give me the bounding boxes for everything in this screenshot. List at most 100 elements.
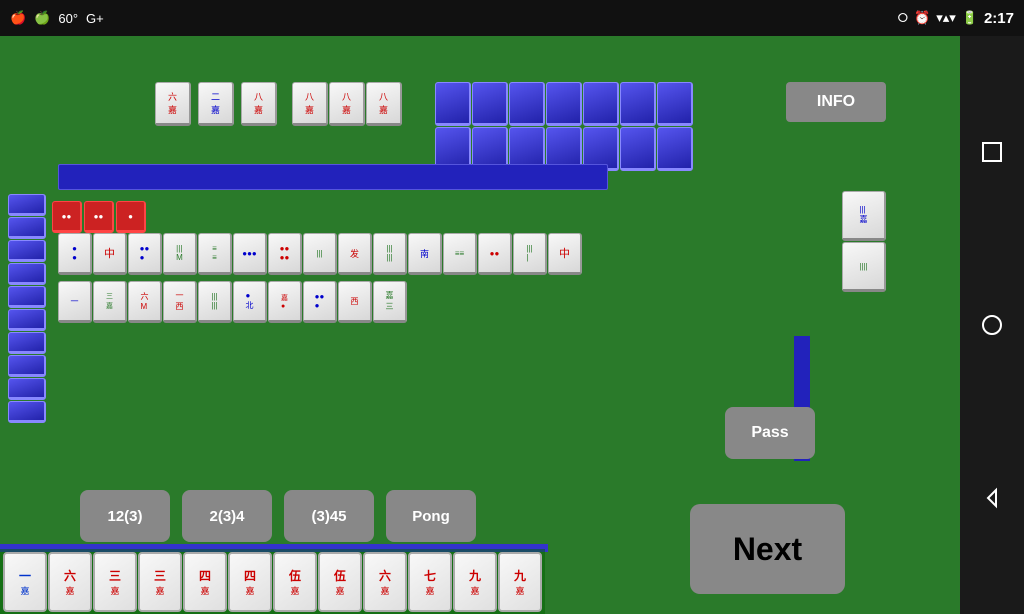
back-nav-button[interactable] bbox=[978, 484, 1006, 512]
face-down-tile bbox=[657, 127, 693, 171]
red-tile: ● bbox=[116, 201, 146, 233]
game-tile[interactable]: ≡≡ bbox=[198, 233, 232, 275]
game-tile[interactable]: ≡≡ bbox=[443, 233, 477, 275]
left-fd-tile bbox=[8, 263, 46, 285]
red-tile: ●● bbox=[84, 201, 114, 233]
game-tile[interactable]: ||| bbox=[303, 233, 337, 275]
game-tile[interactable]: 嘉三 bbox=[373, 281, 407, 323]
face-down-tile bbox=[583, 82, 619, 126]
action-btn-1[interactable]: 12(3) bbox=[80, 490, 170, 542]
game-tile[interactable]: ●●● bbox=[128, 233, 162, 275]
face-down-tile bbox=[472, 82, 508, 126]
opp-tile: 八 嘉 bbox=[241, 82, 277, 126]
battery-icon: 🔋 bbox=[962, 10, 978, 26]
blue-deck-mid bbox=[58, 164, 608, 190]
player-tile[interactable]: 伍 嘉 bbox=[273, 552, 317, 612]
game-tile[interactable]: 西 bbox=[338, 281, 372, 323]
opponent-top-tiles: 六 嘉 二 嘉 八 嘉 八 嘉 八 嘉 八 嘉 bbox=[155, 82, 402, 126]
right-tile: |||嘉 bbox=[842, 191, 886, 241]
opp-tile: 六 嘉 bbox=[155, 82, 191, 126]
player-tile[interactable]: 三 嘉 bbox=[138, 552, 182, 612]
pass-button[interactable]: Pass bbox=[725, 407, 815, 459]
player-tile[interactable]: 一 嘉 bbox=[3, 552, 47, 612]
clock: 2:17 bbox=[984, 10, 1014, 27]
player-tile[interactable]: 六 嘉 bbox=[48, 552, 92, 612]
opp-tile: 八 嘉 bbox=[329, 82, 365, 126]
game-tile[interactable]: ●●● bbox=[233, 233, 267, 275]
square-nav-button[interactable] bbox=[978, 138, 1006, 166]
face-down-tile bbox=[435, 82, 471, 126]
wifi-signal-icon: ▾▴▾ bbox=[936, 10, 956, 26]
left-fd-tile bbox=[8, 309, 46, 331]
left-fd-tile bbox=[8, 286, 46, 308]
right-vertical-tiles: |||嘉 |||| bbox=[842, 191, 886, 292]
game-tile[interactable]: 南 bbox=[408, 233, 442, 275]
main-tile-row-1: ●● 中 ●●● |||M ≡≡ ●●● ●●●● ||| 发 |||||| 南… bbox=[58, 233, 582, 275]
game-tile[interactable]: ●●●● bbox=[268, 233, 302, 275]
apple-icon2: 🍏 bbox=[34, 10, 50, 26]
next-button[interactable]: Next bbox=[690, 504, 845, 594]
left-fd-tile bbox=[8, 355, 46, 377]
left-vertical-stack bbox=[8, 194, 46, 423]
gplus-icon: G+ bbox=[86, 11, 104, 26]
game-tile[interactable]: 中 bbox=[93, 233, 127, 275]
player-tile[interactable]: 伍 嘉 bbox=[318, 552, 362, 612]
game-tile[interactable]: |||| bbox=[513, 233, 547, 275]
main-tile-row-2: 一 三嘉 六M 一西 |||||| ●北 嘉● ●●● 西 嘉三 bbox=[58, 281, 407, 323]
opp-tile: 八 嘉 bbox=[292, 82, 328, 126]
action-buttons: 12(3) 2(3)4 (3)45 Pong bbox=[80, 490, 476, 542]
right-tile: |||| bbox=[842, 242, 886, 292]
face-down-tile bbox=[657, 82, 693, 126]
opp-tile: 二 嘉 bbox=[198, 82, 234, 126]
player-tile[interactable]: 六 嘉 bbox=[363, 552, 407, 612]
game-tile[interactable]: 三嘉 bbox=[93, 281, 127, 323]
nav-panel bbox=[960, 36, 1024, 614]
action-btn-2[interactable]: 2(3)4 bbox=[182, 490, 272, 542]
status-left: 🍎 🍏 60° G+ bbox=[10, 10, 104, 26]
left-fd-tile bbox=[8, 217, 46, 239]
game-tile[interactable]: 六M bbox=[128, 281, 162, 323]
left-fd-tile bbox=[8, 378, 46, 400]
apple-icon1: 🍎 bbox=[10, 10, 26, 26]
status-right: ⭘ ⏰ ▾▴▾ 🔋 2:17 bbox=[898, 10, 1014, 27]
left-fd-tile bbox=[8, 401, 46, 423]
left-fd-tile bbox=[8, 240, 46, 262]
bluetooth-icon: ⭘ bbox=[898, 10, 908, 26]
temperature: 60° bbox=[58, 11, 78, 26]
status-bar: 🍎 🍏 60° G+ ⭘ ⏰ ▾▴▾ 🔋 2:17 bbox=[0, 0, 1024, 36]
game-tile[interactable]: |||||| bbox=[373, 233, 407, 275]
game-tile[interactable]: |||||| bbox=[198, 281, 232, 323]
red-tile: ●● bbox=[52, 201, 82, 233]
info-button[interactable]: INFO bbox=[786, 82, 886, 122]
player-tile[interactable]: 九 嘉 bbox=[498, 552, 542, 612]
player-tile[interactable]: 七 嘉 bbox=[408, 552, 452, 612]
game-tile[interactable]: 嘉● bbox=[268, 281, 302, 323]
game-tile[interactable]: 发 bbox=[338, 233, 372, 275]
player-tile[interactable]: 三 嘉 bbox=[93, 552, 137, 612]
action-btn-3[interactable]: (3)45 bbox=[284, 490, 374, 542]
game-tile[interactable]: ●● bbox=[478, 233, 512, 275]
game-tile[interactable]: |||M bbox=[163, 233, 197, 275]
face-down-tiles bbox=[435, 82, 695, 171]
action-btn-pong[interactable]: Pong bbox=[386, 490, 476, 542]
circle-nav-button[interactable] bbox=[978, 311, 1006, 339]
game-tile[interactable]: ●●● bbox=[303, 281, 337, 323]
game-tile[interactable]: 中 bbox=[548, 233, 582, 275]
face-down-tile bbox=[620, 127, 656, 171]
face-down-tile bbox=[546, 82, 582, 126]
player-tile[interactable]: 四 嘉 bbox=[183, 552, 227, 612]
player-tile[interactable]: 九 嘉 bbox=[453, 552, 497, 612]
player-tile[interactable]: 四 嘉 bbox=[228, 552, 272, 612]
game-tile[interactable]: ●● bbox=[58, 233, 92, 275]
game-tile[interactable]: 一 bbox=[58, 281, 92, 323]
game-area: INFO 六 嘉 二 嘉 八 嘉 八 嘉 八 嘉 bbox=[0, 36, 960, 614]
alarm-icon: ⏰ bbox=[914, 10, 930, 26]
left-fd-tile bbox=[8, 194, 46, 216]
special-tiles-left: ●● ●● ● bbox=[52, 201, 146, 233]
face-down-tile bbox=[620, 82, 656, 126]
left-fd-tile bbox=[8, 332, 46, 354]
game-tile[interactable]: 一西 bbox=[163, 281, 197, 323]
player-tiles: 一 嘉 六 嘉 三 嘉 三 嘉 四 嘉 四 嘉 伍 嘉 伍 嘉 bbox=[0, 549, 545, 614]
game-tile[interactable]: ●北 bbox=[233, 281, 267, 323]
face-down-tile bbox=[509, 82, 545, 126]
